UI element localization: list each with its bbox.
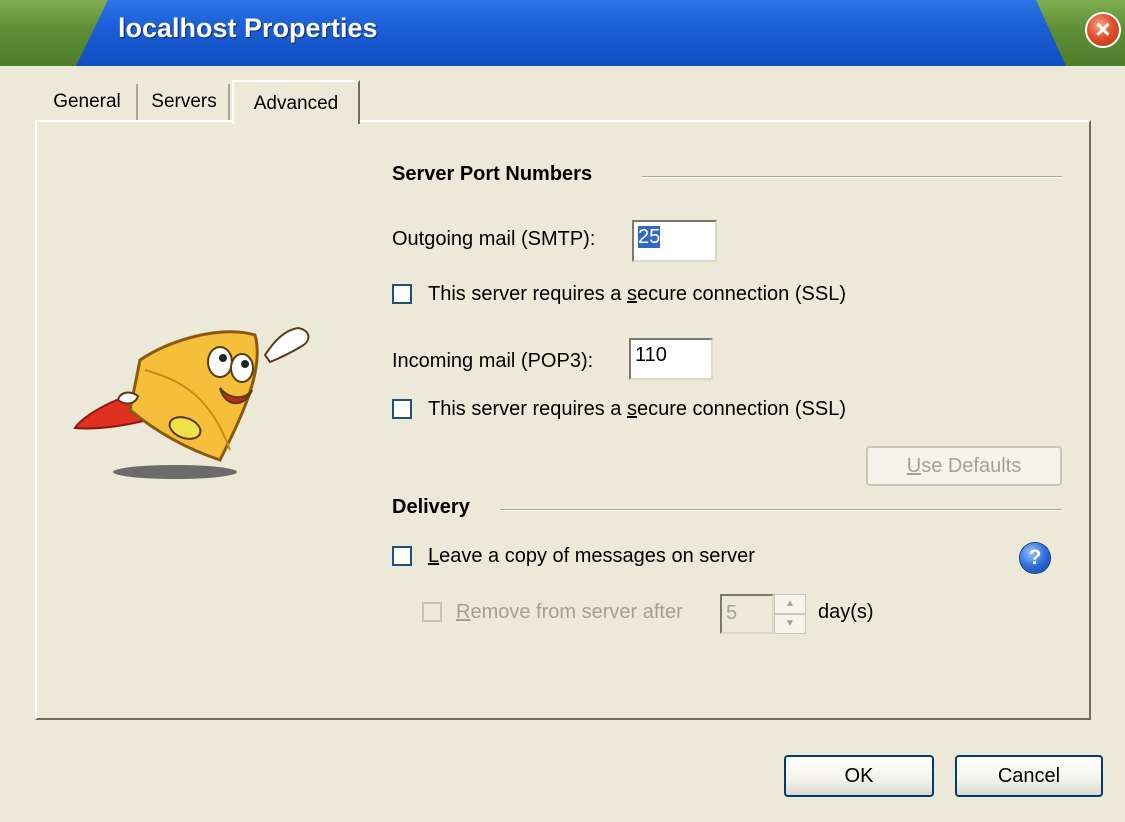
tab-panel-advanced [35,120,1091,720]
window-title: localhost Properties [118,13,378,43]
tab-servers[interactable]: Servers [140,84,230,120]
title-bar[interactable]: localhost Properties × [0,0,1125,66]
properties-dialog: localhost Properties × General Servers A… [0,0,1125,822]
close-icon[interactable]: × [1085,12,1121,48]
ok-button[interactable]: OK [784,755,934,797]
cancel-button[interactable]: Cancel [955,755,1103,797]
tab-advanced[interactable]: Advanced [232,80,360,124]
tab-general[interactable]: General [38,84,138,120]
